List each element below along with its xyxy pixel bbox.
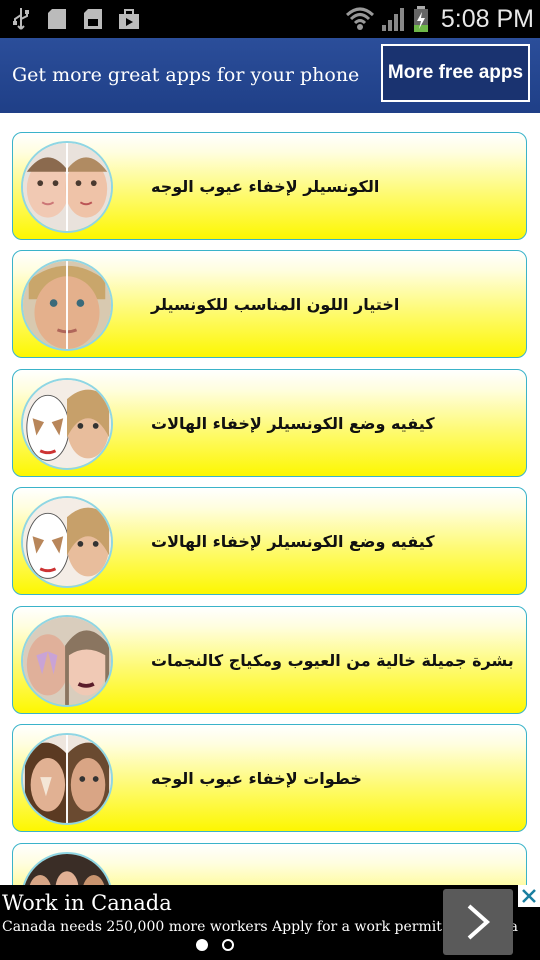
- face-image-icon: [23, 380, 111, 468]
- face-image-icon: [23, 498, 111, 586]
- list-item-title: اختيار اللون المناسب للكونسيلر: [151, 294, 400, 314]
- signal-icon: [381, 8, 404, 31]
- promo-banner: Get more great apps for your phone More …: [0, 38, 540, 113]
- list-item-title: خطوات لإخفاء عيوب الوجه: [151, 768, 362, 788]
- list-item-title: الكونسيلر لإخفاء عيوب الوجه: [151, 176, 380, 196]
- battery-charging-icon: [413, 6, 428, 32]
- thumbnail: [21, 615, 113, 707]
- bag-icon: [119, 9, 139, 29]
- list-item-title: [123, 844, 516, 885]
- list-item-title: كيفيه وضع الكونسيلر لإخفاء الهالات: [151, 531, 435, 551]
- list-item-title: بشرة جميلة خالية من العيوب ومكياج كالنجم…: [151, 650, 514, 670]
- face-image-icon: [23, 854, 111, 885]
- ad-close-button[interactable]: [518, 885, 540, 907]
- thumbnail: [21, 259, 113, 351]
- list-item[interactable]: [12, 843, 527, 885]
- thumbnail: [21, 141, 113, 233]
- face-image-icon: [23, 143, 111, 231]
- ad-open-button[interactable]: [443, 889, 513, 955]
- close-icon: [522, 889, 536, 903]
- list-item-title: كيفيه وضع الكونسيلر لإخفاء الهالات: [151, 413, 435, 433]
- face-image-icon: [23, 735, 111, 823]
- clock: 5:08 PM: [440, 4, 534, 33]
- thumbnail: [21, 378, 113, 470]
- status-bar: 5:08 PM: [0, 0, 540, 38]
- thumbnail: [21, 733, 113, 825]
- list-item[interactable]: كيفيه وضع الكونسيلر لإخفاء الهالات: [12, 487, 527, 595]
- chevron-right-icon: [467, 904, 491, 940]
- ad-banner[interactable]: Work in Canada Canada needs 250,000 more…: [0, 885, 540, 960]
- thumbnail: [21, 496, 113, 588]
- usb-icon: [13, 8, 29, 30]
- ad-pager: [196, 939, 234, 951]
- pager-dot[interactable]: [196, 939, 208, 951]
- ad-body[interactable]: Canada needs 250,000 more workers Apply …: [2, 919, 518, 935]
- list-item[interactable]: كيفيه وضع الكونسيلر لإخفاء الهالات: [12, 369, 527, 477]
- sd-card-icon: [84, 9, 102, 29]
- sd-card-icon: [48, 9, 66, 29]
- face-image-icon: [23, 261, 111, 349]
- list-item[interactable]: الكونسيلر لإخفاء عيوب الوجه: [12, 132, 527, 240]
- thumbnail: [21, 852, 113, 885]
- list-item[interactable]: بشرة جميلة خالية من العيوب ومكياج كالنجم…: [12, 606, 527, 714]
- face-image-icon: [23, 617, 111, 705]
- promo-text: Get more great apps for your phone: [12, 64, 360, 86]
- more-free-apps-button[interactable]: More free apps: [381, 44, 530, 102]
- list-item[interactable]: اختيار اللون المناسب للكونسيلر: [12, 250, 527, 358]
- pager-dot[interactable]: [222, 939, 234, 951]
- ad-headline[interactable]: Work in Canada: [2, 891, 172, 915]
- wifi-icon: [345, 7, 374, 30]
- article-list: الكونسيلر لإخفاء عيوب الوجه اختيار اللون…: [0, 113, 540, 885]
- list-item[interactable]: خطوات لإخفاء عيوب الوجه: [12, 724, 527, 832]
